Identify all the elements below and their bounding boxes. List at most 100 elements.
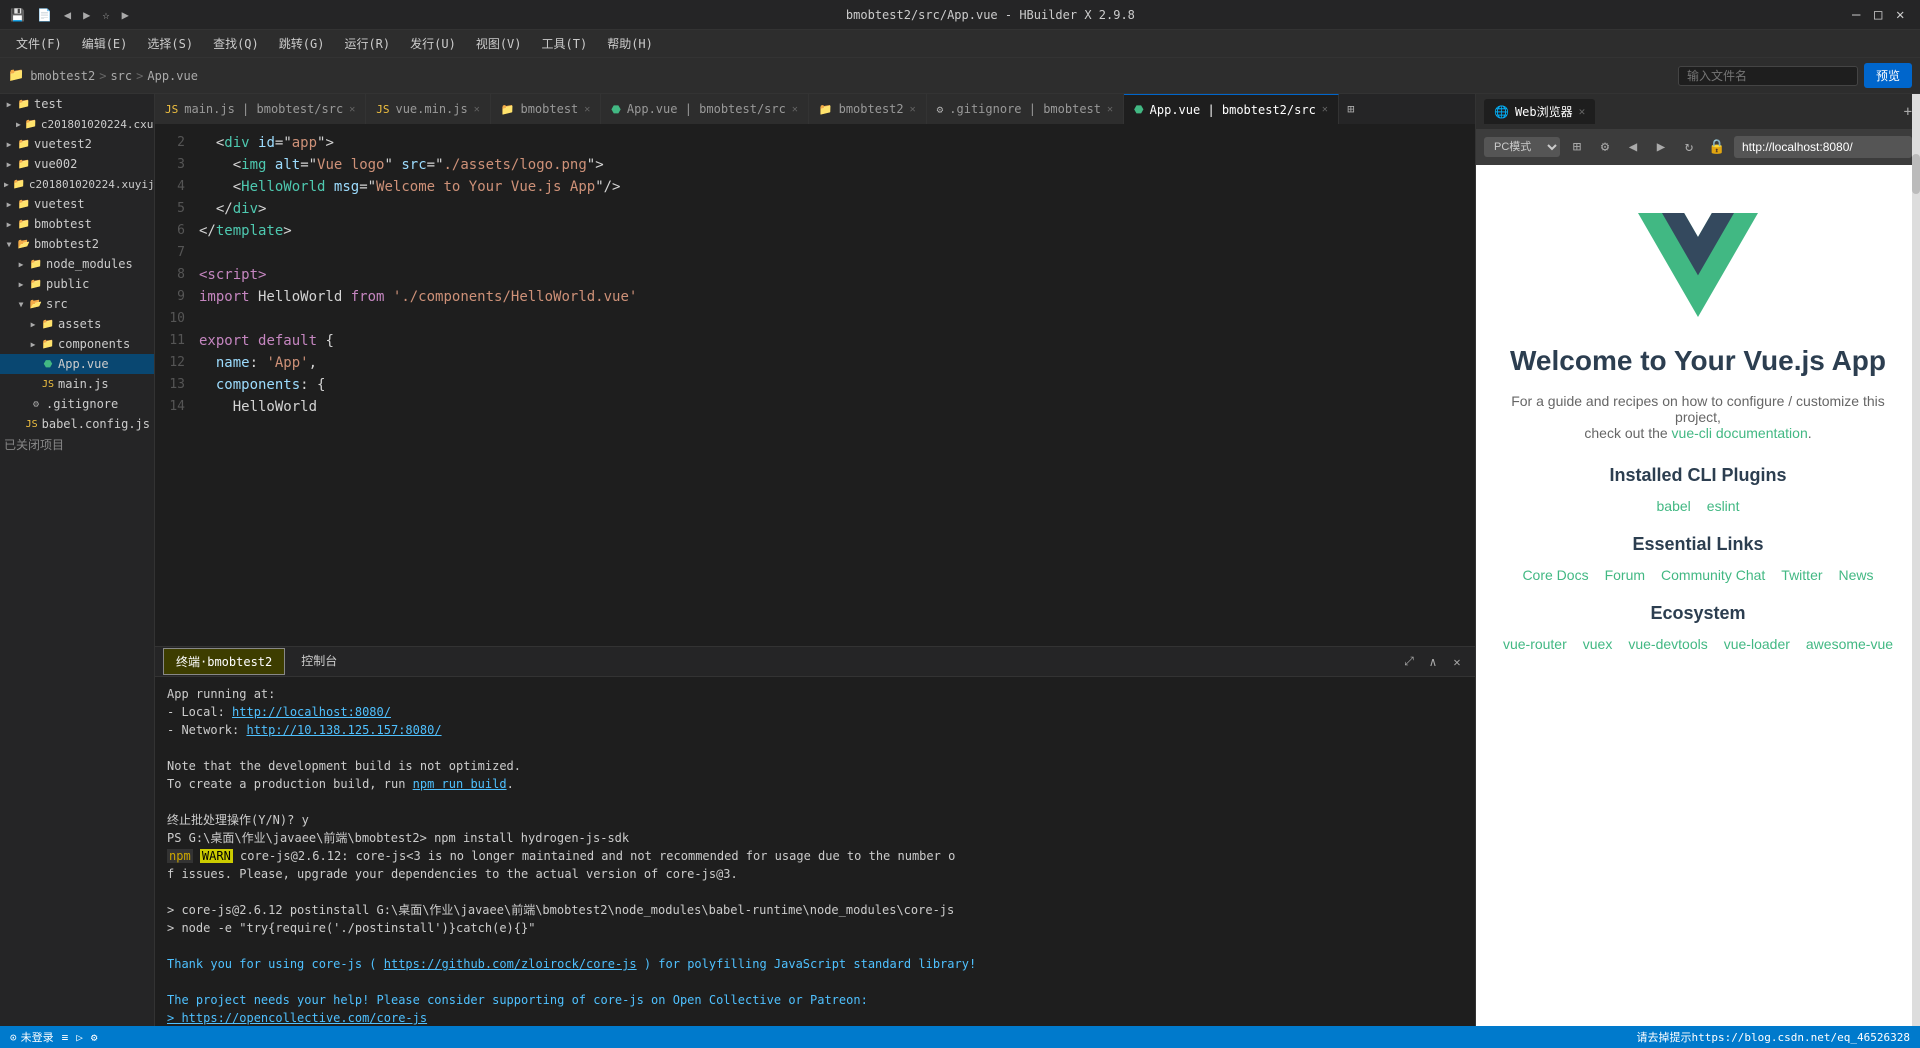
term-expand-btn[interactable]: ⤢ [1399, 652, 1419, 672]
toolbar-folder-icon[interactable]: 📁 [8, 68, 24, 83]
code-editor[interactable]: 2 <div id="app"> 3 <img alt="Vue logo" s… [155, 124, 1475, 646]
tab-close-btn[interactable]: ✕ [349, 104, 355, 115]
vue-tab-icon: ⬣ [1134, 103, 1144, 116]
sidebar-item-vue002[interactable]: ▶ 📁 vue002 [0, 154, 154, 174]
sidebar-item-appvue[interactable]: ▶ ⬣ App.vue [0, 354, 154, 374]
menu-run[interactable]: 运行(R) [336, 33, 398, 54]
terminal-tab-bmobtest2[interactable]: 终端·bmobtest2 [163, 648, 285, 675]
maximize-btn[interactable]: □ [1874, 8, 1888, 22]
link-forum[interactable]: Forum [1605, 567, 1645, 583]
link-vuex[interactable]: vuex [1583, 636, 1613, 652]
tab-mainjs-bmobtest[interactable]: JS main.js | bmobtest/src ✕ [155, 94, 366, 124]
status-run-icon[interactable]: ▷ [76, 1031, 83, 1044]
tab-gitignore-bmobtest[interactable]: ⚙ .gitignore | bmobtest ✕ [927, 94, 1124, 124]
sidebar-item-c201801[interactable]: ▶ 📁 c201801020224.cxuyij... [0, 114, 154, 134]
url-bar[interactable] [1734, 136, 1912, 158]
tab-close-btn[interactable]: ✕ [910, 104, 916, 115]
close-btn[interactable]: ✕ [1896, 8, 1910, 22]
tab-appvue-bmobtest2[interactable]: ⬣ App.vue | bmobtest2/src ✕ [1124, 94, 1339, 124]
vue-cli-doc-link[interactable]: vue-cli documentation [1672, 425, 1808, 441]
tab-close-btn[interactable]: ✕ [792, 104, 798, 115]
tab-more-btn[interactable]: ⊞ [1341, 94, 1361, 124]
toolbar-icon-star[interactable]: ☆ [102, 8, 109, 22]
window-controls[interactable]: — □ ✕ [1852, 8, 1910, 22]
browser-forward-btn[interactable]: ▶ [1650, 136, 1672, 158]
tab-close-btn[interactable]: ✕ [584, 104, 590, 115]
tab-close-btn[interactable]: ✕ [474, 104, 480, 115]
tab-close-btn[interactable]: ✕ [1322, 104, 1328, 115]
toolbar-icon-save[interactable]: 💾 [10, 8, 25, 22]
menu-file[interactable]: 文件(F) [8, 33, 70, 54]
link-twitter[interactable]: Twitter [1781, 567, 1822, 583]
link-awesome-vue[interactable]: awesome-vue [1806, 636, 1893, 652]
browser-back-btn[interactable]: ◀ [1622, 136, 1644, 158]
browser-tab-close[interactable]: ✕ [1579, 105, 1586, 118]
sidebar-item-src[interactable]: ▼ 📂 src [0, 294, 154, 314]
sidebar-item-gitignore[interactable]: ▶ ⚙ .gitignore [0, 394, 154, 414]
add-button[interactable]: 预览 [1864, 63, 1912, 88]
sidebar-item-bmobtest[interactable]: ▶ 📁 bmobtest [0, 214, 154, 234]
menu-find[interactable]: 查找(Q) [205, 33, 267, 54]
browser-icon-1[interactable]: ⊞ [1566, 136, 1588, 158]
term-link-corejs[interactable]: https://github.com/zloirock/core-js [384, 957, 637, 971]
link-vue-router[interactable]: vue-router [1503, 636, 1567, 652]
sidebar-item-babelconfig[interactable]: ▶ JS babel.config.js [0, 414, 154, 434]
term-link-opencollective[interactable]: > https://opencollective.com/core-js [167, 1011, 427, 1025]
minimize-btn[interactable]: — [1852, 8, 1866, 22]
plugin-babel-link[interactable]: babel [1657, 498, 1691, 514]
menu-tools[interactable]: 工具(T) [534, 33, 596, 54]
browser-title-tab[interactable]: 🌐 Web浏览器 ✕ [1484, 99, 1595, 124]
search-box[interactable] [1678, 66, 1858, 86]
sidebar-item-public[interactable]: ▶ 📁 public [0, 274, 154, 294]
term-link-local[interactable]: http://localhost:8080/ [232, 705, 391, 719]
toolbar-icon-back[interactable]: ◀ [64, 8, 71, 22]
toolbar-icon-forward[interactable]: ▶ [83, 8, 90, 22]
pc-mode-select[interactable]: PC模式 移动模式 [1484, 137, 1560, 157]
sidebar-item-vuetest[interactable]: ▶ 📁 vuetest [0, 194, 154, 214]
toolbar-icon-play[interactable]: ▶ [122, 8, 129, 22]
terminal-tab-console[interactable]: 控制台 [289, 648, 349, 675]
search-input[interactable] [1687, 69, 1849, 83]
browser-tab-add[interactable]: + [1904, 104, 1912, 120]
sidebar-item-assets[interactable]: ▶ 📁 assets [0, 314, 154, 334]
term-link-network[interactable]: http://10.138.125.157:8080/ [246, 723, 441, 737]
sidebar-item-components[interactable]: ▶ 📁 components [0, 334, 154, 354]
tab-appvue-bmobtest[interactable]: ⬣ App.vue | bmobtest/src ✕ [601, 94, 809, 124]
sidebar-label: vuetest2 [34, 137, 92, 151]
link-community-chat[interactable]: Community Chat [1661, 567, 1765, 583]
breadcrumb-file[interactable]: App.vue [147, 69, 198, 83]
menu-publish[interactable]: 发行(U) [402, 33, 464, 54]
link-core-docs[interactable]: Core Docs [1522, 567, 1588, 583]
status-login[interactable]: ⊙ 未登录 [10, 1029, 54, 1045]
term-close-btn[interactable]: ✕ [1447, 652, 1467, 672]
browser-icon-2[interactable]: ⚙ [1594, 136, 1616, 158]
tab-bmobtest-folder[interactable]: 📁 bmobtest ✕ [491, 94, 602, 124]
menu-goto[interactable]: 跳转(G) [271, 33, 333, 54]
toolbar-icon-new[interactable]: 📄 [37, 8, 52, 22]
status-format-icon[interactable]: ≡ [62, 1031, 69, 1044]
menu-help[interactable]: 帮助(H) [599, 33, 661, 54]
term-link-build[interactable]: npm run build [413, 777, 507, 791]
sidebar-item-test[interactable]: ▶ 📁 test [0, 94, 154, 114]
status-settings-icon[interactable]: ⚙ [91, 1031, 98, 1044]
breadcrumb-src[interactable]: src [110, 69, 132, 83]
browser-refresh-btn[interactable]: ↻ [1678, 136, 1700, 158]
sidebar-item-mainjs[interactable]: ▶ JS main.js [0, 374, 154, 394]
menu-edit[interactable]: 编辑(E) [74, 33, 136, 54]
tab-vueminjs[interactable]: JS vue.min.js ✕ [366, 94, 491, 124]
sidebar-item-vuetest2[interactable]: ▶ 📁 vuetest2 [0, 134, 154, 154]
sidebar-item-bmobtest2[interactable]: ▼ 📂 bmobtest2 [0, 234, 154, 254]
plugin-eslint-link[interactable]: eslint [1707, 498, 1740, 514]
terminal-content[interactable]: App running at: - Local: http://localhos… [155, 677, 1475, 1026]
sidebar-item-node-modules[interactable]: ▶ 📁 node_modules [0, 254, 154, 274]
link-vue-loader[interactable]: vue-loader [1724, 636, 1790, 652]
menu-view[interactable]: 视图(V) [468, 33, 530, 54]
term-minimize-btn[interactable]: ∧ [1423, 652, 1443, 672]
link-news[interactable]: News [1839, 567, 1874, 583]
sidebar-item-c201801b[interactable]: ▶ 📁 c201801020224.xuyij... [0, 174, 154, 194]
tab-bmobtest2-folder[interactable]: 📁 bmobtest2 ✕ [809, 94, 927, 124]
menu-select[interactable]: 选择(S) [139, 33, 201, 54]
tab-close-btn[interactable]: ✕ [1107, 104, 1113, 115]
link-vue-devtools[interactable]: vue-devtools [1628, 636, 1707, 652]
breadcrumb-project[interactable]: bmobtest2 [30, 69, 95, 83]
